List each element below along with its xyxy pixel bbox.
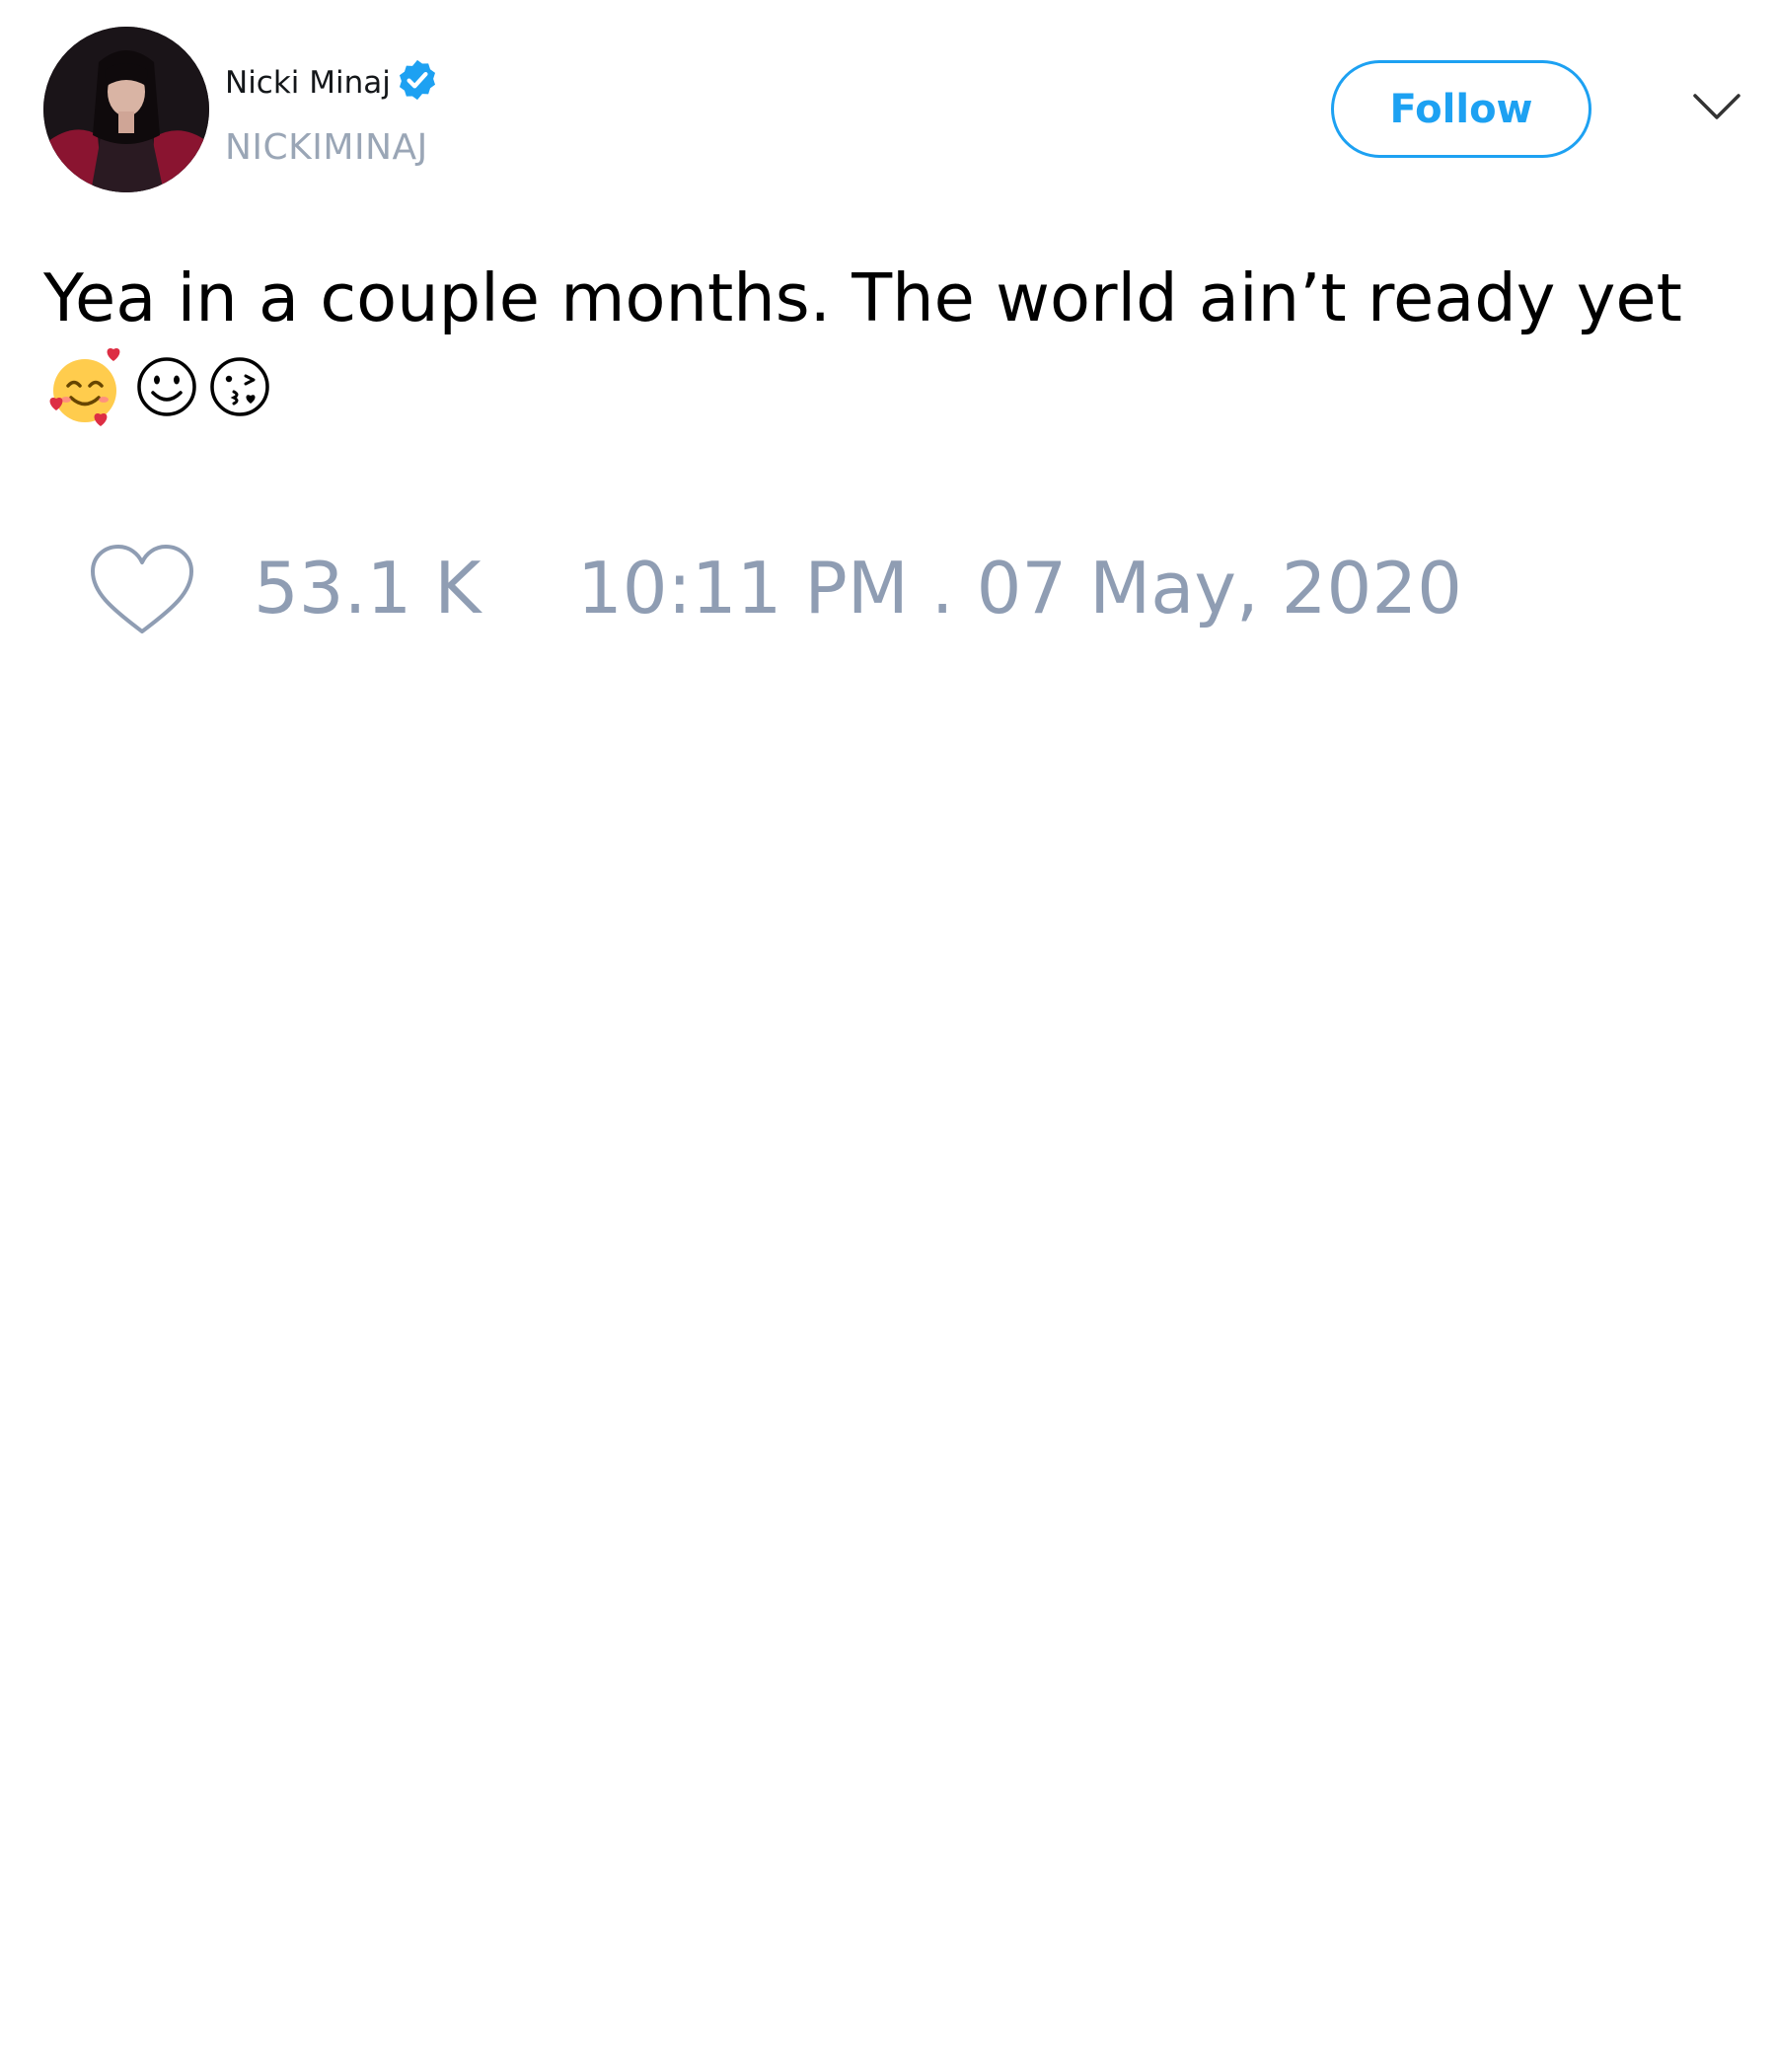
tweet-timestamp[interactable]: 10:11 PM . 07 May, 2020 bbox=[577, 547, 1462, 629]
verified-badge-icon bbox=[399, 59, 436, 101]
avatar-image bbox=[43, 27, 209, 192]
follow-button[interactable]: Follow bbox=[1331, 60, 1591, 158]
smiling-face-with-hearts-icon bbox=[49, 348, 120, 426]
avatar[interactable] bbox=[43, 27, 209, 192]
face-blowing-kiss-icon bbox=[210, 357, 269, 416]
user-handle[interactable]: NICKIMINAJ bbox=[225, 126, 428, 170]
like-count: 53.1 K bbox=[254, 547, 481, 629]
smiling-face-icon bbox=[137, 357, 196, 416]
heart-icon[interactable] bbox=[89, 543, 195, 636]
tweet-text: Yea in a couple months. The world ain’t … bbox=[43, 259, 1682, 336]
display-name[interactable]: Nicki Minaj bbox=[225, 63, 391, 103]
chevron-down-icon[interactable] bbox=[1692, 92, 1741, 121]
tweet-emojis bbox=[43, 347, 280, 426]
